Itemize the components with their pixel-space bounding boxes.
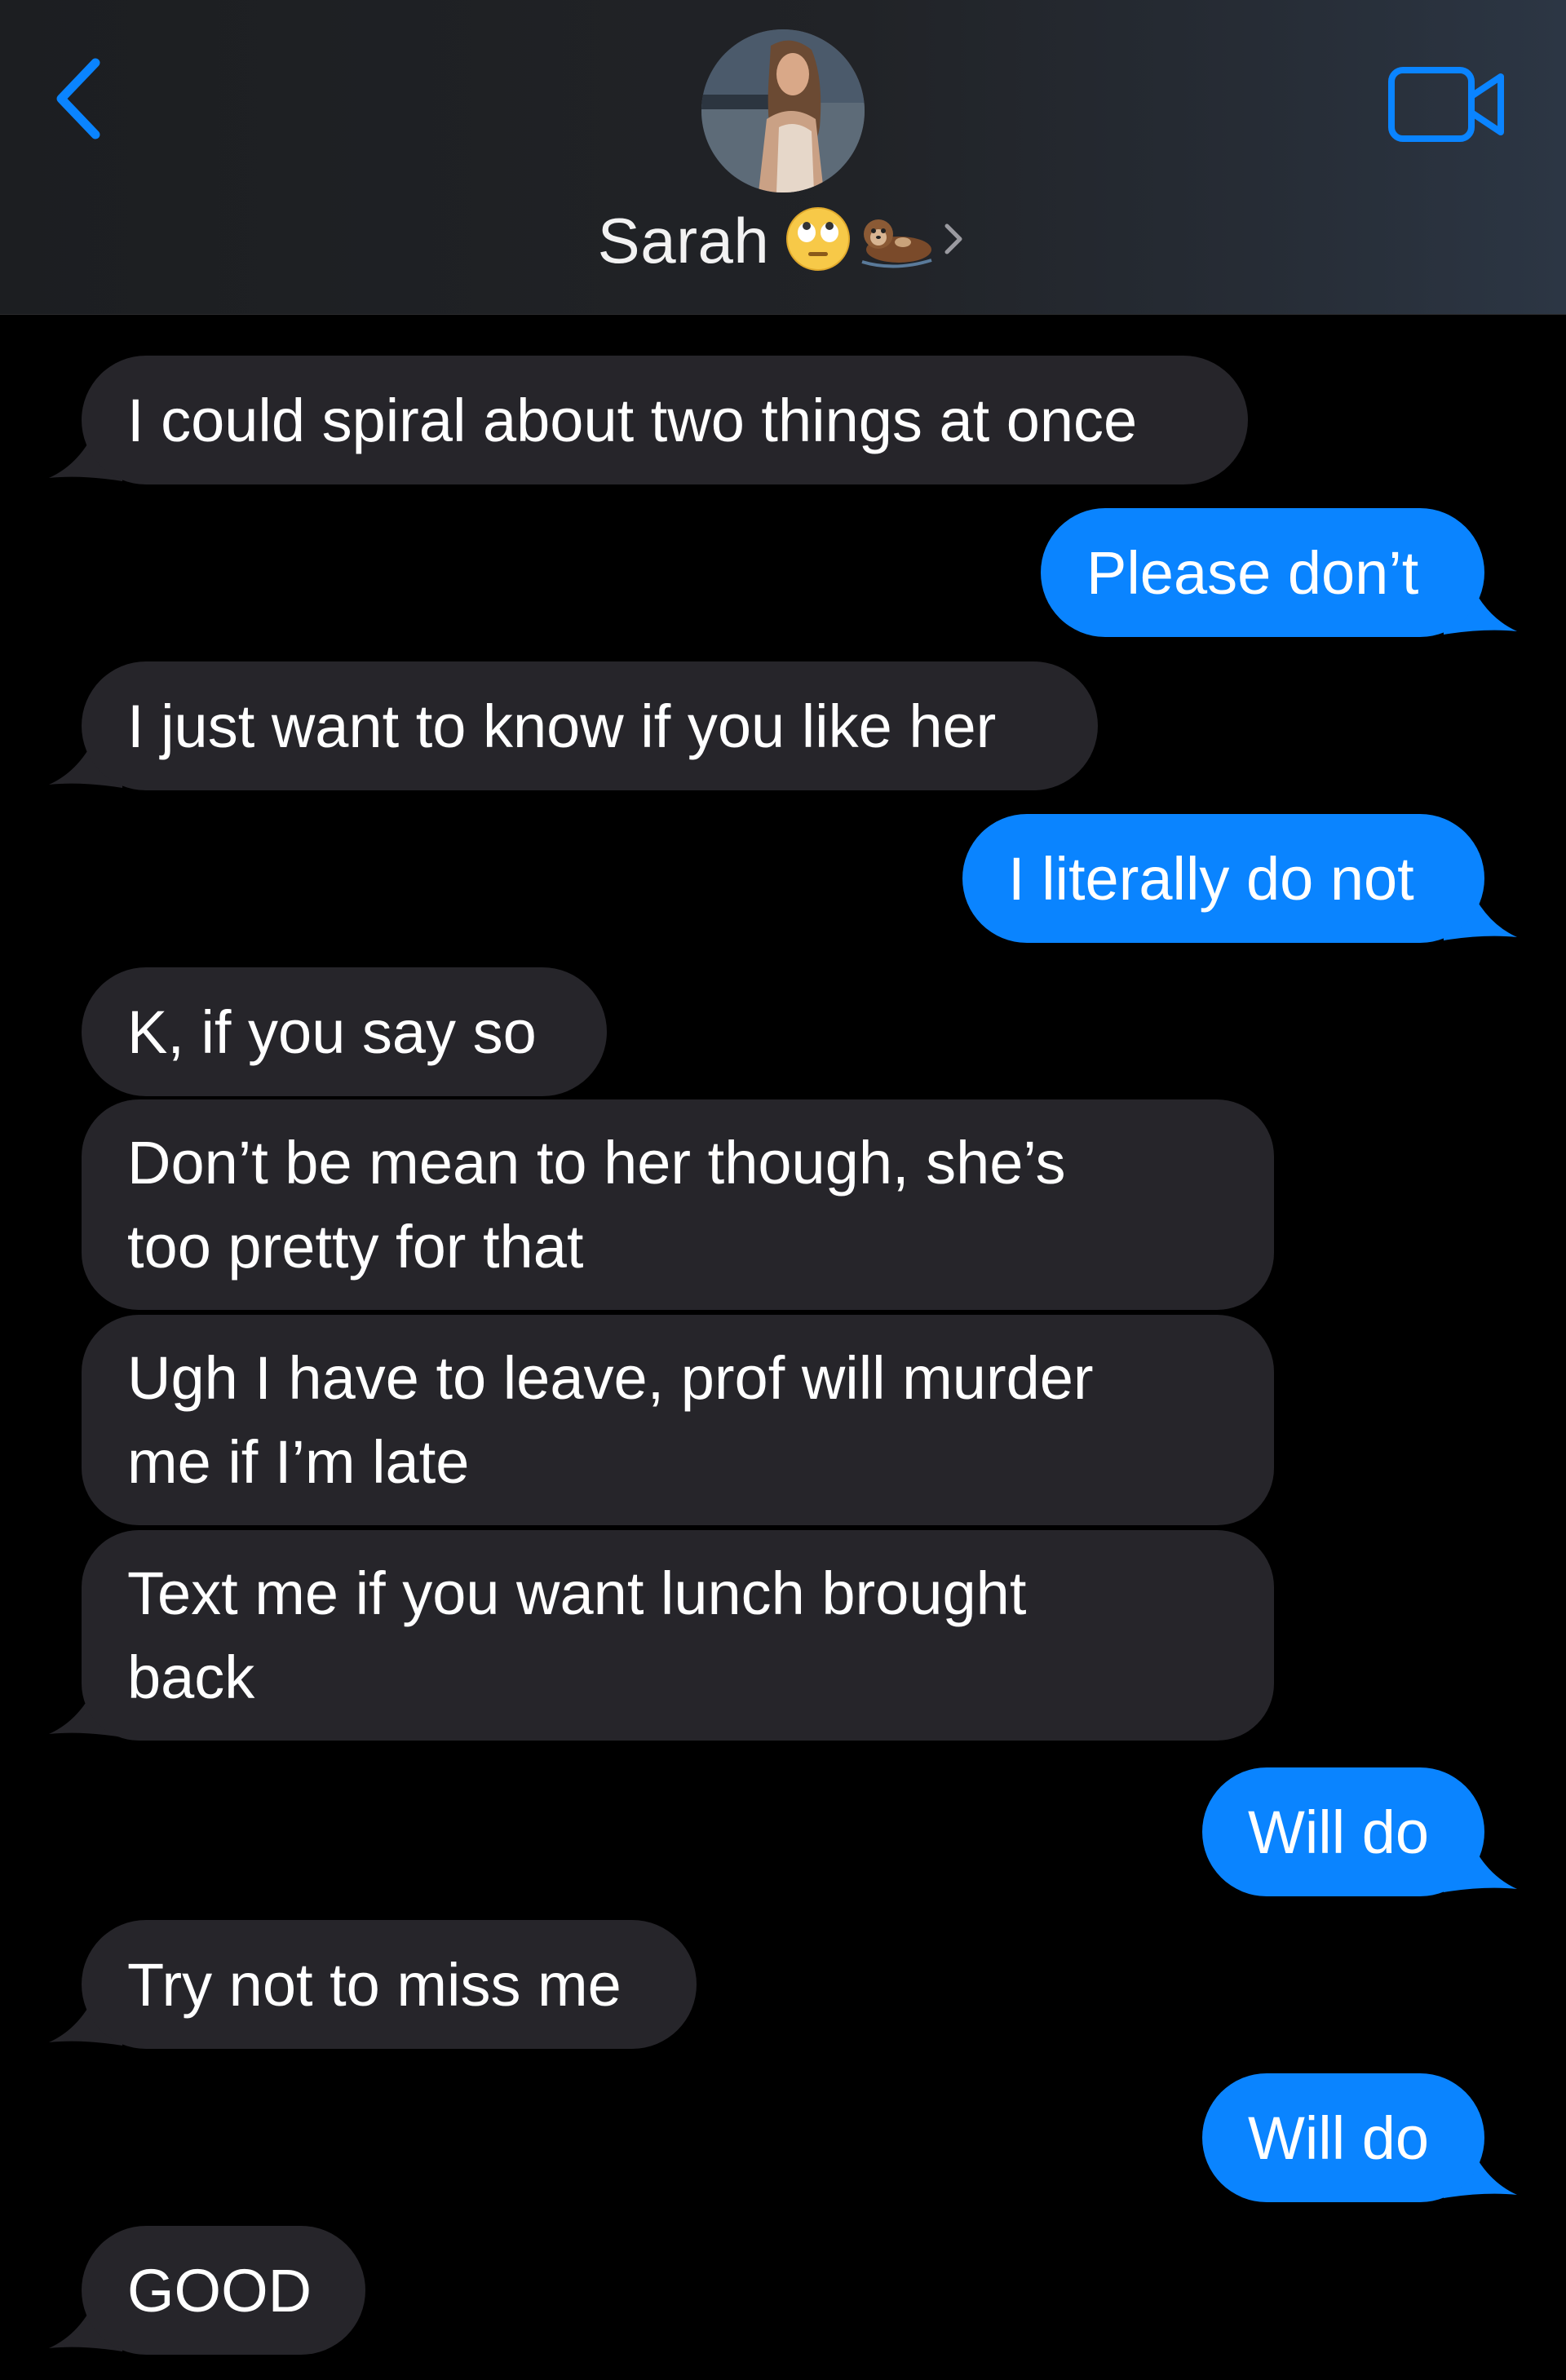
message-text: Will do <box>1248 1798 1430 1866</box>
message-bubble-outgoing[interactable]: Will do <box>1202 2073 1484 2202</box>
message-bubble-incoming[interactable]: Try not to miss me <box>82 1920 697 2049</box>
message-bubble-incoming[interactable]: GOOD <box>82 2226 365 2355</box>
message-text: Try not to miss me <box>127 1950 622 2019</box>
message-text: I literally do not <box>1008 844 1414 913</box>
video-call-button[interactable] <box>1387 65 1509 147</box>
message-text: Please don’t <box>1086 538 1419 607</box>
message-bubble-incoming[interactable]: Text me if you want lunch brought back <box>82 1530 1274 1741</box>
message-text: Ugh I have to leave, prof will murder me… <box>127 1344 1094 1496</box>
message-bubble-incoming[interactable]: I just want to know if you like her <box>82 661 1098 790</box>
message-bubble-outgoing[interactable]: I literally do not <box>962 814 1484 943</box>
message-text: Will do <box>1248 2104 1430 2172</box>
message-text: Don’t be mean to her though, she’s too p… <box>127 1129 1066 1281</box>
message-text: GOOD <box>127 2256 312 2325</box>
video-camera-icon <box>1388 67 1504 142</box>
message-bubble-incoming[interactable]: Ugh I have to leave, prof will murder me… <box>82 1315 1274 1525</box>
message-bubble-incoming[interactable]: Don’t be mean to her though, she’s too p… <box>82 1099 1274 1310</box>
message-bubble-outgoing[interactable]: Please don’t <box>1041 508 1484 637</box>
chevron-right-icon <box>940 215 968 268</box>
message-bubble-incoming[interactable]: K, if you say so <box>82 967 607 1096</box>
otter-icon <box>854 205 936 277</box>
contact-name: Sarah <box>597 204 770 276</box>
message-bubble-outgoing[interactable]: Will do <box>1202 1767 1484 1896</box>
message-text: I could spiral about two things at once <box>127 386 1138 454</box>
contact-name-button[interactable]: Sarah <box>0 196 1566 285</box>
conversation-header: Sarah <box>0 0 1566 315</box>
face-with-rolling-eyes-icon <box>784 205 852 277</box>
message-text: Text me if you want lunch brought back <box>127 1559 1027 1711</box>
chevron-left-icon <box>56 58 100 139</box>
contact-avatar[interactable] <box>701 29 865 192</box>
back-button[interactable] <box>45 45 118 151</box>
message-text: I just want to know if you like her <box>127 692 997 760</box>
message-bubble-incoming[interactable]: I could spiral about two things at once <box>82 356 1248 484</box>
message-text: K, if you say so <box>127 998 537 1066</box>
